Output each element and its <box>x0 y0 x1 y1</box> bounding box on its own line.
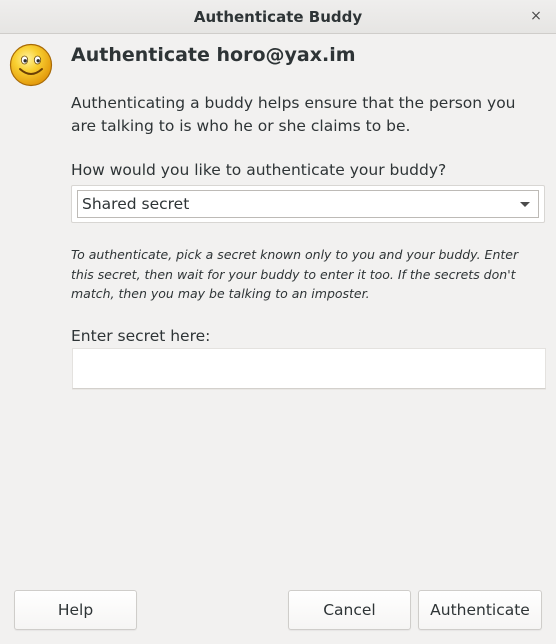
secret-field-label: Enter secret here: <box>71 327 211 345</box>
method-question-label: How would you like to authenticate your … <box>71 161 447 179</box>
method-select-frame: Shared secret <box>71 185 545 223</box>
cancel-button[interactable]: Cancel <box>288 590 411 630</box>
window-title: Authenticate Buddy <box>193 8 363 26</box>
close-button[interactable]: × <box>526 6 546 26</box>
secret-input[interactable] <box>72 348 546 389</box>
smiley-face-icon <box>9 43 53 87</box>
authenticate-buddy-dialog: Authenticate Buddy × Authenticate horo@y… <box>0 0 556 644</box>
dialog-heading: Authenticate horo@yax.im <box>71 44 356 66</box>
auth-method-selected-value: Shared secret <box>82 195 190 213</box>
authenticate-button[interactable]: Authenticate <box>418 590 542 630</box>
help-button[interactable]: Help <box>14 590 137 630</box>
close-icon: × <box>530 8 542 24</box>
chevron-down-icon <box>520 202 530 207</box>
title-bar[interactable]: Authenticate Buddy × <box>0 0 556 34</box>
description-text: Authenticating a buddy helps ensure that… <box>71 94 516 135</box>
instructions-text: To authenticate, pick a secret known onl… <box>71 247 519 301</box>
auth-method-dropdown[interactable]: Shared secret <box>77 190 539 218</box>
